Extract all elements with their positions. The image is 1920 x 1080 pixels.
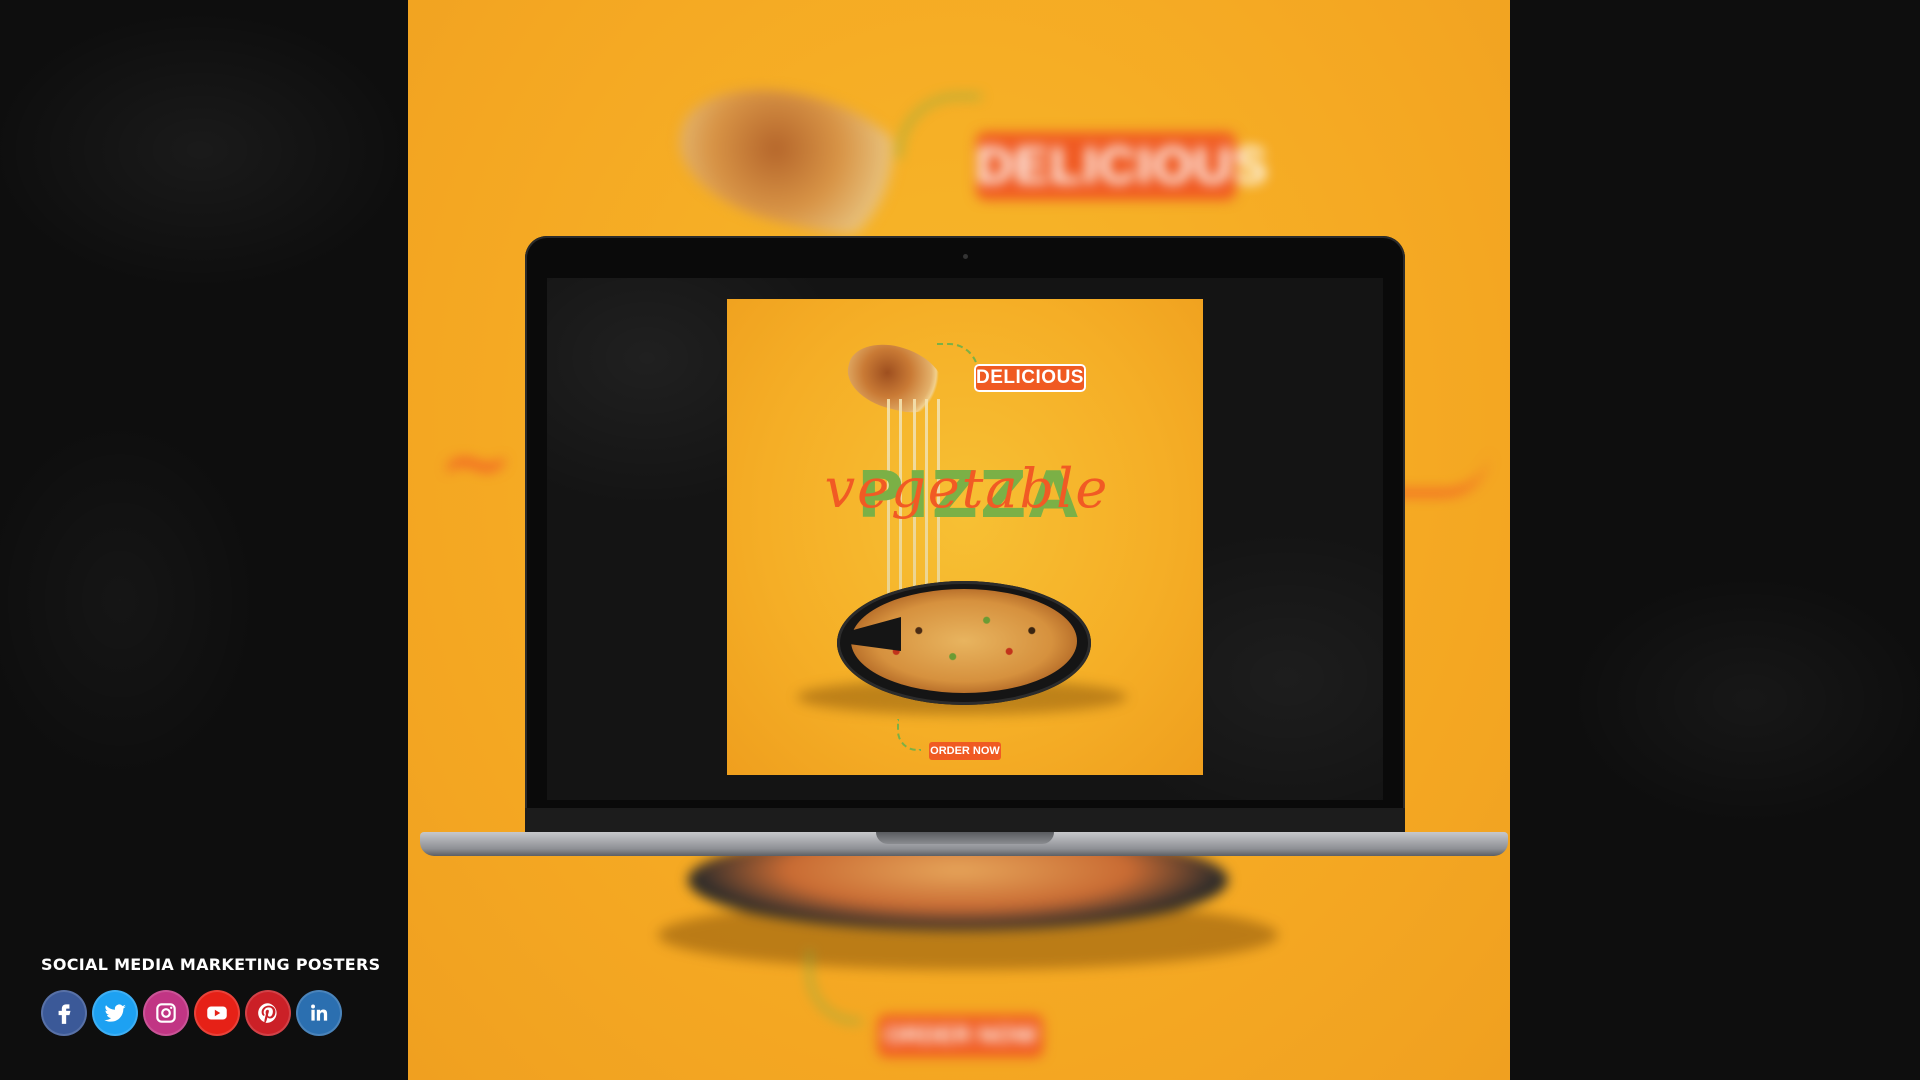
arrow-decoration — [937, 343, 979, 375]
delicious-badge: DELICIOUS — [974, 364, 1086, 392]
screen-poster: DELICIOUS PIZZA vegetable ORDER NOW — [727, 299, 1203, 775]
order-now-button: ORDER NOW — [878, 1015, 1043, 1057]
arrow-decoration — [898, 95, 981, 158]
arrow-decoration — [897, 719, 921, 751]
order-now-button: ORDER NOW — [929, 742, 1001, 760]
linkedin-icon — [296, 990, 342, 1036]
laptop-bezel — [525, 808, 1405, 832]
laptop-notch — [876, 832, 1054, 844]
instagram-icon — [143, 990, 189, 1036]
pizza-slice-image — [840, 336, 952, 420]
twitter-icon — [92, 990, 138, 1036]
arrow-decoration — [808, 950, 861, 1023]
facebook-icon — [41, 990, 87, 1036]
vegetable-script: vegetable — [824, 457, 1110, 520]
delicious-badge: DELICIOUS — [976, 132, 1267, 200]
youtube-icon — [194, 990, 240, 1036]
social-icons-row — [41, 990, 342, 1036]
pinterest-icon — [245, 990, 291, 1036]
pizza-slice-image — [667, 71, 929, 249]
script-fragment-left: ~ — [438, 410, 514, 515]
laptop-camera — [963, 254, 968, 259]
brand-title: SOCIAL MEDIA MARKETING POSTERS — [41, 955, 381, 974]
